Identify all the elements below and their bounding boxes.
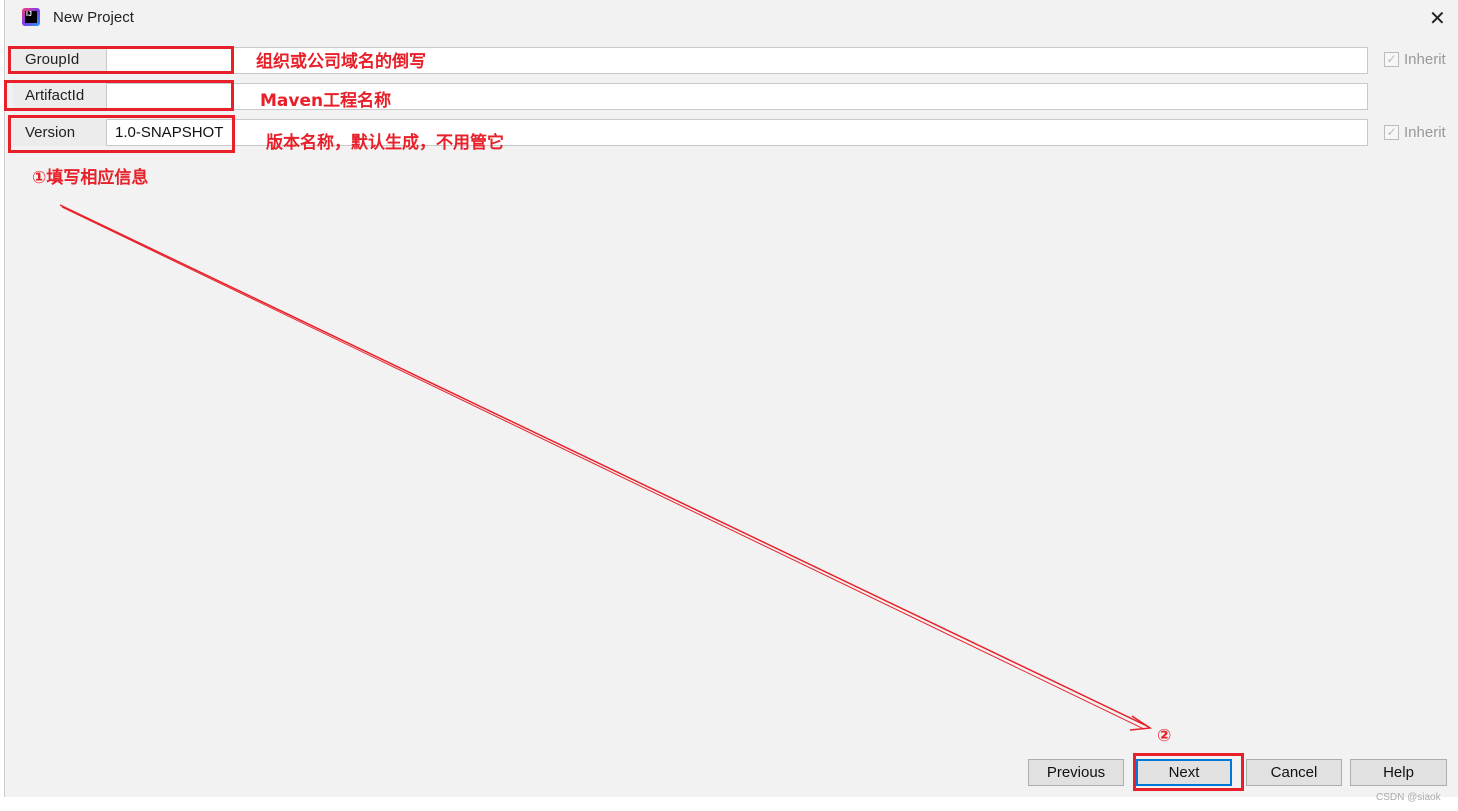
arrow-annotation (59, 204, 1153, 731)
arrow-line-2 (61, 206, 1145, 730)
watermark: CSDN @siaok (1376, 792, 1441, 803)
arrow-line (59, 204, 1148, 727)
